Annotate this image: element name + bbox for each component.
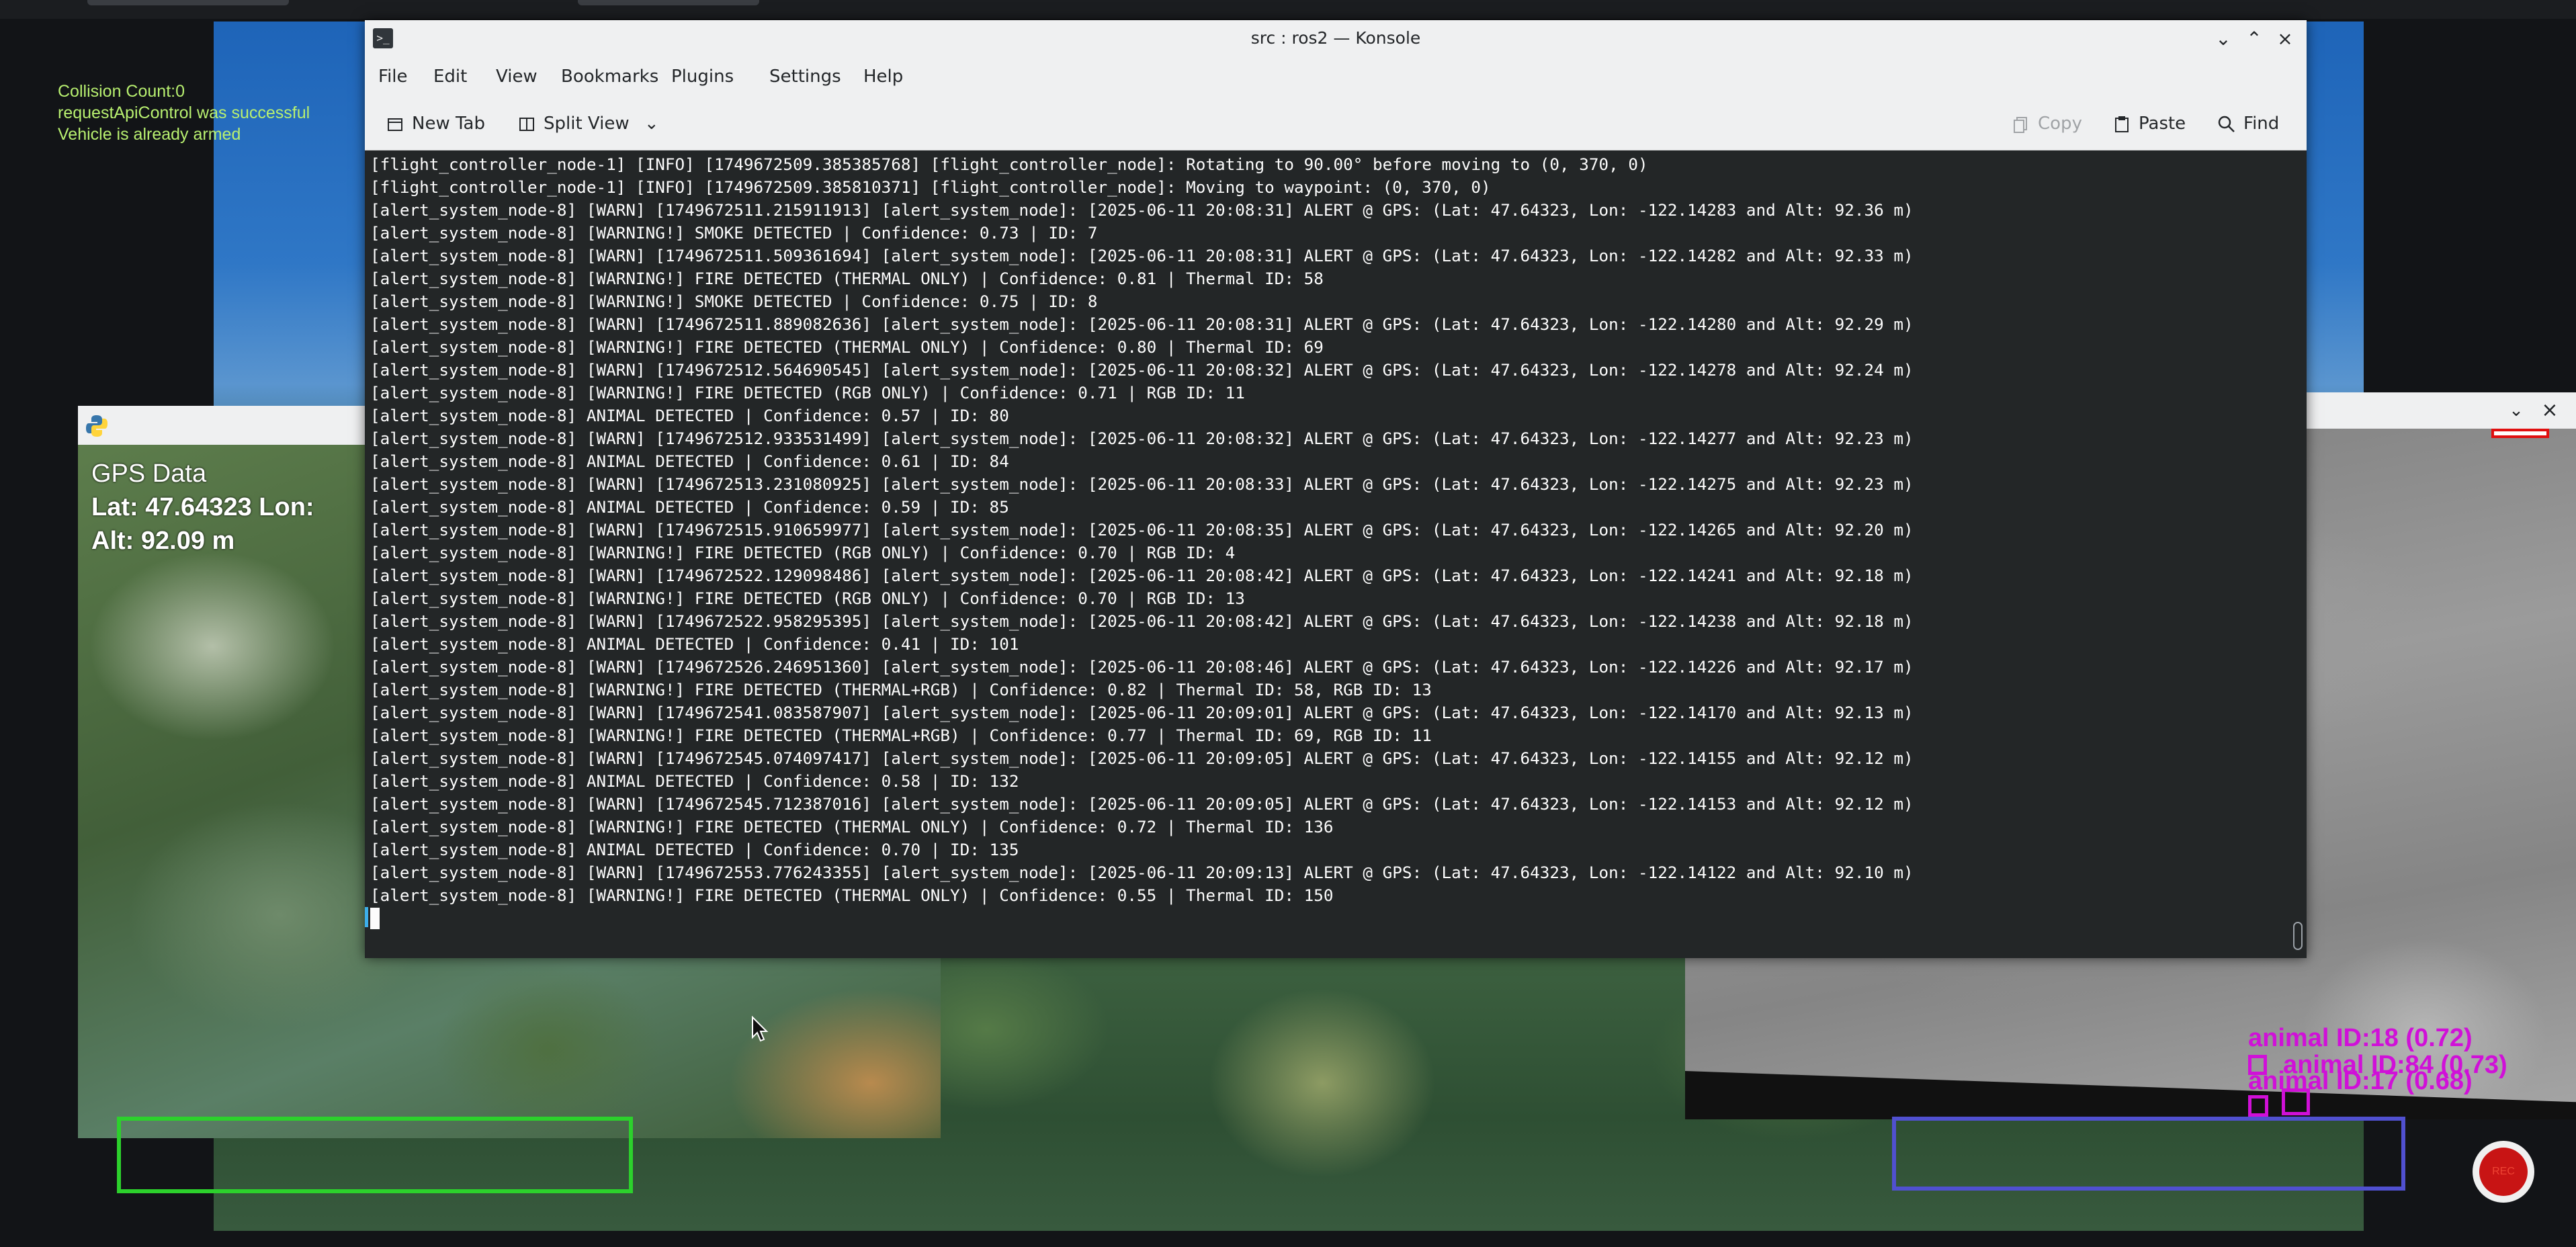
menu-help[interactable]: Help	[863, 56, 903, 97]
find-button[interactable]: Find	[2217, 106, 2279, 141]
terminal-line: [alert_system_node-8] [WARN] [1749672512…	[370, 429, 1914, 448]
terminal-line: [alert_system_node-8] [WARN] [1749672511…	[370, 246, 1914, 265]
terminal-line: [alert_system_node-8] [WARN] [1749672522…	[370, 611, 1914, 631]
top-panel	[0, 0, 2576, 19]
menu-file[interactable]: File	[378, 56, 408, 97]
record-icon: REC	[2479, 1148, 2528, 1196]
split-view-label: Split View	[544, 114, 630, 134]
new-tab-icon	[388, 118, 402, 131]
menu-bookmarks[interactable]: Bookmarks	[561, 56, 658, 97]
terminal-line: [alert_system_node-8] ANIMAL DETECTED | …	[370, 497, 1009, 517]
terminal-line: [alert_system_node-8] [WARN] [1749672512…	[370, 360, 1914, 380]
new-tab-button[interactable]: New Tab	[385, 106, 485, 141]
minimize-chevron-icon[interactable]: ⌄	[2505, 399, 2528, 422]
thermal-marker	[2491, 429, 2549, 438]
terminal-line: [alert_system_node-8] ANIMAL DETECTED | …	[370, 771, 1019, 791]
menu-view[interactable]: View	[496, 56, 538, 97]
terminal-line: [alert_system_node-8] [WARN] [1749672515…	[370, 520, 1914, 540]
terminal-line: [alert_system_node-8] [WARN] [1749672522…	[370, 566, 1914, 585]
close-icon[interactable]: ×	[2273, 27, 2297, 51]
paste-button[interactable]: Paste	[2112, 106, 2186, 141]
terminal-line: [alert_system_node-8] [WARNING!] FIRE DE…	[370, 817, 1334, 836]
paste-icon	[2115, 116, 2129, 132]
terminal-line: [alert_system_node-8] [WARN] [1749672513…	[370, 474, 1914, 494]
rgb-preview-frame	[117, 1117, 633, 1193]
terminal-line: [alert_system_node-8] [WARN] [1749672541…	[370, 703, 1914, 722]
menu-edit[interactable]: Edit	[433, 56, 467, 97]
menu-bar: File Edit View Bookmarks Plugins Setting…	[365, 56, 2307, 97]
terminal-cursor	[370, 908, 380, 929]
toolbar: New Tab Split View ⌄ Copy Paste Find	[365, 97, 2307, 150]
hud-armed-status: Vehicle is already armed	[58, 125, 241, 144]
chevron-down-icon[interactable]: ⌄	[644, 114, 659, 134]
terminal-line: [alert_system_node-8] [WARN] [1749672526…	[370, 657, 1914, 677]
menu-plugins[interactable]: Plugins	[671, 56, 734, 97]
new-tab-label: New Tab	[412, 114, 485, 134]
terminal-scrollbar[interactable]	[2289, 150, 2307, 958]
terminal-line: [alert_system_node-8] [WARNING!] FIRE DE…	[370, 726, 1432, 745]
terminal-line: [alert_system_node-8] ANIMAL DETECTED | …	[370, 406, 1009, 425]
thermal-preview-frame	[1892, 1117, 2405, 1191]
search-icon	[2218, 116, 2235, 132]
simulator-hud: Collision Count:0 requestApiControl was …	[58, 81, 310, 145]
gps-overlay-latlon: Lat: 47.64323 Lon:	[91, 493, 314, 521]
panel-task-right[interactable]	[578, 0, 759, 5]
copy-label: Copy	[2038, 114, 2082, 134]
panel-task-left[interactable]	[87, 0, 289, 5]
terminal-line: [alert_system_node-8] ANIMAL DETECTED | …	[370, 840, 1019, 859]
terminal-line: [alert_system_node-8] [WARNING!] SMOKE D…	[370, 223, 1098, 243]
terminal-line: [alert_system_node-8] [WARNING!] FIRE DE…	[370, 680, 1432, 699]
split-view-icon	[519, 117, 534, 131]
terminal-line: [alert_system_node-8] ANIMAL DETECTED | …	[370, 634, 1019, 654]
copy-button[interactable]: Copy	[2011, 106, 2082, 141]
terminal-line: [alert_system_node-8] [WARNING!] FIRE DE…	[370, 383, 1245, 402]
split-view-button[interactable]: Split View ⌄	[517, 106, 659, 141]
terminal-line: [alert_system_node-8] [WARNING!] FIRE DE…	[370, 337, 1324, 357]
terminal-line: [alert_system_node-8] [WARN] [1749672545…	[370, 748, 1914, 768]
terminal-lines: [flight_controller_node-1] [INFO] [17496…	[370, 153, 1914, 907]
line-marker	[365, 907, 368, 927]
copy-icon	[2014, 116, 2027, 133]
terminal-line: [alert_system_node-8] [WARNING!] FIRE DE…	[370, 543, 1236, 562]
close-icon[interactable]: ×	[2538, 399, 2561, 422]
maximize-icon[interactable]: ⌃	[2242, 27, 2266, 51]
hud-api-control: requestApiControl was successful	[58, 103, 310, 122]
python-icon	[86, 415, 108, 437]
terminal-line: [alert_system_node-8] [WARNING!] SMOKE D…	[370, 292, 1098, 311]
terminal-line: [alert_system_node-8] [WARNING!] FIRE DE…	[370, 269, 1324, 288]
hud-collision-count: Collision Count:0	[58, 82, 185, 101]
terminal-line: [flight_controller_node-1] [INFO] [17496…	[370, 177, 1491, 197]
mouse-pointer-icon	[752, 1016, 769, 1042]
gps-overlay: GPS Data Lat: 47.64323 Lon: Alt: 92.09 m	[91, 457, 314, 558]
konsole-titlebar[interactable]: >_ src : ros2 — Konsole ⌄ ⌃ ×	[365, 20, 2307, 56]
terminal-line: [alert_system_node-8] [WARN] [1749672511…	[370, 314, 1914, 334]
terminal-line: [flight_controller_node-1] [INFO] [17496…	[370, 155, 1648, 174]
menu-settings[interactable]: Settings	[769, 56, 841, 97]
terminal-output[interactable]: [flight_controller_node-1] [INFO] [17496…	[365, 150, 2289, 958]
terminal-line: [alert_system_node-8] [WARN] [1749672553…	[370, 863, 1914, 882]
record-button[interactable]: REC	[2473, 1141, 2534, 1203]
detection-box	[2282, 1088, 2310, 1115]
detection-box	[2248, 1095, 2268, 1117]
window-title: src : ros2 — Konsole	[1250, 28, 1421, 48]
find-label: Find	[2243, 114, 2280, 134]
terminal-line: [alert_system_node-8] [WARNING!] FIRE DE…	[370, 886, 1334, 905]
paste-label: Paste	[2139, 114, 2186, 134]
terminal-line: [alert_system_node-8] ANIMAL DETECTED | …	[370, 452, 1009, 471]
detection-box	[2248, 1055, 2267, 1075]
minimize-icon[interactable]: ⌄	[2211, 27, 2235, 51]
terminal-line: [alert_system_node-8] [WARN] [1749672511…	[370, 200, 1914, 220]
gps-overlay-title: GPS Data	[91, 460, 207, 488]
gps-overlay-alt: Alt: 92.09 m	[91, 527, 235, 555]
terminal-line: [alert_system_node-8] [WARNING!] FIRE DE…	[370, 589, 1245, 608]
scrollbar-thumb[interactable]	[2293, 922, 2303, 950]
terminal-line: [alert_system_node-8] [WARN] [1749672545…	[370, 794, 1914, 814]
konsole-window[interactable]: >_ src : ros2 — Konsole ⌄ ⌃ × File Edit …	[365, 20, 2307, 958]
detection-label: animal ID:18 (0.72)	[2248, 1024, 2473, 1052]
